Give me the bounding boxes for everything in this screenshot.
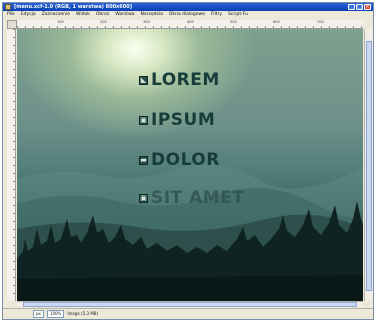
window-controls: _ □ × [348,4,371,10]
horizontal-ruler[interactable]: 100 200 300 400 500 600 700 [17,20,363,29]
ruler-tick-label: 100 [57,20,64,24]
vertical-scrollbar[interactable] [364,29,373,301]
menu-dialogs[interactable]: Okna dialogowe [169,12,205,18]
menu-tools[interactable]: Narzędzia [141,12,163,18]
status-bar: px 100% Image (5,3 MB) [3,308,373,319]
horizontal-scrollbar[interactable] [17,301,363,307]
title-bar[interactable]: [menu.xcf-1.0 (RGB, 1 warstwa) 800x600] … [3,3,373,11]
menu-entry-sit-amet[interactable]: ▣ SIT AMET [139,189,244,207]
window-title: [menu.xcf-1.0 (RGB, 1 warstwa) 800x600] [14,4,132,10]
menu-entry-label: LOREM [151,70,220,90]
menu-entry-dolor[interactable]: ▬ DOLOR [139,151,220,169]
ruler-tick-label: 700 [317,20,324,24]
menu-entry-ipsum[interactable]: ▣ IPSUM [139,111,215,129]
foreground-shadow [17,275,363,301]
image-window: [menu.xcf-1.0 (RGB, 1 warstwa) 800x600] … [2,2,374,320]
menu-bar: Plik Edycja Zaznaczenie Widok Obraz Wars… [3,11,373,18]
menu-image[interactable]: Obraz [96,12,109,18]
square-icon: ▣ [139,193,148,203]
menu-select[interactable]: Zaznaczenie [42,12,70,18]
ruler-tick-label: 600 [273,20,280,24]
menu-entry-lorem[interactable]: ◣ LOREM [139,71,220,89]
ruler-tick-label: 200 [100,20,107,24]
ruler-corner-button[interactable] [7,20,17,29]
menu-edit[interactable]: Edycja [21,12,36,18]
minimize-button[interactable]: _ [348,4,355,10]
unit-select[interactable]: px [33,310,44,318]
menu-entry-label: SIT AMET [151,188,245,208]
menu-entry-label: IPSUM [151,110,216,130]
vertical-ruler[interactable] [7,29,16,301]
ruler-tick-label: 400 [187,20,194,24]
zoom-select[interactable]: 100% [46,310,65,318]
menu-script-fu[interactable]: Script-Fu [228,12,248,18]
maximize-button[interactable]: □ [356,4,363,10]
vertical-scroll-thumb[interactable] [366,41,372,291]
arrow-icon: ◣ [139,75,148,85]
menu-file[interactable]: Plik [7,12,15,18]
minus-icon: ▬ [139,155,148,165]
ruler-tick-label: 300 [143,20,150,24]
image-info: Image (5,3 MB) [67,311,99,316]
image-canvas[interactable]: ◣ LOREM ▣ IPSUM ▬ DOLOR ▣ SIT AMET [17,29,363,301]
square-icon: ▣ [139,115,148,125]
gimp-app-icon [5,4,11,10]
close-button[interactable]: × [364,4,371,10]
menu-entry-label: DOLOR [151,150,220,170]
horizontal-scroll-thumb[interactable] [23,302,357,307]
menu-filters[interactable]: Filtry [211,12,222,18]
ruler-tick-label: 500 [230,20,237,24]
menu-layer[interactable]: Warstwa [115,12,134,18]
menu-view[interactable]: Widok [76,12,90,18]
